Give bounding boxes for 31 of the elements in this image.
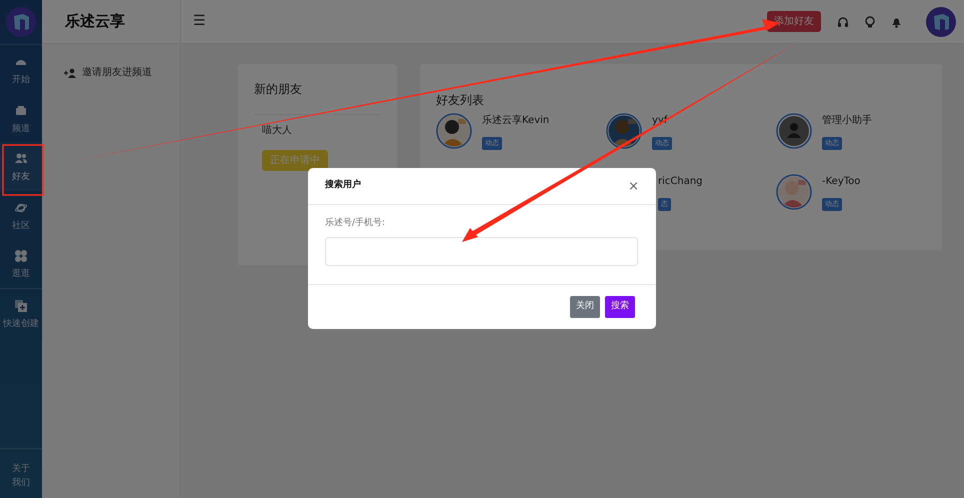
briefcase-icon	[14, 104, 28, 118]
nav-item[interactable]: 频道	[0, 94, 42, 142]
menu-button[interactable]: ☰	[193, 11, 206, 32]
lightbulb-icon[interactable]	[865, 16, 875, 28]
dialog-title: 搜索用户	[325, 179, 361, 192]
card-title: 好友列表	[436, 92, 485, 109]
invite-link[interactable]: 邀请朋友进频道	[42, 64, 158, 81]
nav-item[interactable]: 快速创建	[0, 288, 42, 337]
add-user-icon	[64, 68, 76, 78]
app-logo[interactable]	[6, 7, 36, 37]
card-title: 新的朋友	[254, 81, 303, 98]
nav-item[interactable]: 开始	[0, 45, 42, 94]
friend-name: -KeyToo	[822, 175, 860, 189]
friend-name: 管理小助手	[822, 114, 872, 128]
close-button[interactable]: 关闭	[570, 296, 600, 318]
nav-item[interactable]: 社区	[0, 190, 42, 239]
search-button[interactable]: 搜索	[605, 296, 635, 318]
nav-item[interactable]: 逛逛	[0, 239, 42, 288]
bell-icon[interactable]	[891, 16, 902, 28]
field-label: 乐述号/手机号:	[325, 217, 386, 230]
headset-icon[interactable]	[837, 16, 849, 28]
user-avatar[interactable]	[926, 6, 956, 36]
add-copy-icon	[14, 298, 28, 312]
grid-icon	[14, 249, 28, 263]
friend-name: 乐述云享Kevin	[482, 114, 550, 128]
search-input-field[interactable]	[325, 236, 638, 266]
close-button[interactable]: ×	[628, 180, 639, 192]
user-avatar-icon	[776, 113, 812, 149]
users-icon	[14, 152, 28, 166]
friend-name: ricChang	[658, 175, 703, 189]
highlight-frame	[2, 144, 44, 196]
